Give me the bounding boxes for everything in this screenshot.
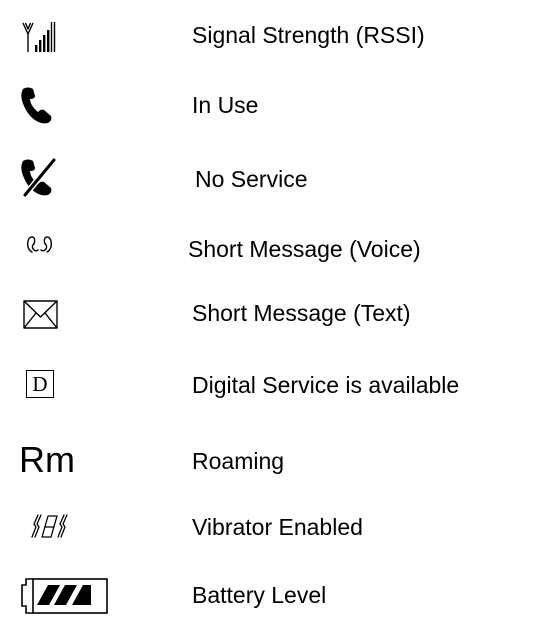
legend-row-battery: Battery Level — [0, 568, 549, 618]
no-service-phone-icon — [20, 157, 60, 198]
roaming-icon: Rm — [19, 439, 75, 480]
in-use-phone-icon — [20, 86, 58, 126]
digital-service-icon: D — [26, 370, 54, 398]
legend-row-no-service: No Service — [0, 156, 549, 206]
legend-label-in-use: In Use — [192, 92, 259, 118]
vibrator-icon — [27, 512, 73, 540]
voicemail-icon — [26, 234, 54, 256]
legend-label-digital-service: Digital Service is available — [192, 372, 460, 398]
legend-row-vibrator: Vibrator Enabled — [0, 502, 549, 552]
icon-legend: Signal Strength (RSSI) In Use No Service — [0, 0, 549, 639]
legend-row-roaming: Rm Roaming — [0, 434, 549, 484]
signal-strength-icon — [22, 20, 58, 56]
legend-label-no-service: No Service — [195, 166, 308, 192]
legend-row-voice-message: Short Message (Voice) — [0, 222, 549, 272]
legend-row-digital-service: D Digital Service is available — [0, 358, 549, 408]
legend-label-voice-message: Short Message (Voice) — [188, 236, 421, 262]
legend-row-text-message: Short Message (Text) — [0, 290, 549, 340]
legend-label-signal-strength: Signal Strength (RSSI) — [192, 22, 425, 48]
battery-icon — [21, 578, 111, 614]
legend-row-signal-strength: Signal Strength (RSSI) — [0, 14, 549, 64]
legend-label-vibrator: Vibrator Enabled — [192, 514, 363, 540]
legend-label-battery: Battery Level — [192, 582, 327, 608]
envelope-icon — [23, 300, 59, 330]
legend-label-text-message: Short Message (Text) — [192, 300, 411, 326]
digital-service-icon-letter: D — [32, 372, 48, 396]
legend-label-roaming: Roaming — [192, 448, 285, 474]
legend-row-in-use: In Use — [0, 84, 549, 134]
